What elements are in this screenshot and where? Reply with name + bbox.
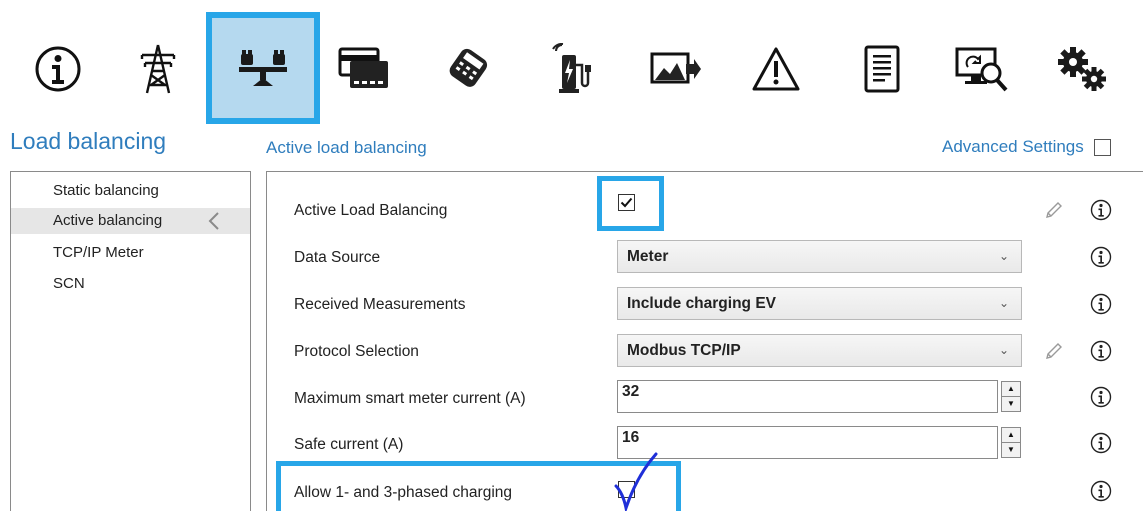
card-reader-icon: [449, 48, 488, 87]
advanced-settings-checkbox[interactable]: [1093, 138, 1111, 156]
info-icon[interactable]: [1090, 199, 1112, 221]
max-meter-current-input[interactable]: 32: [617, 380, 998, 413]
data-source-value: Meter: [627, 248, 669, 265]
info-icon[interactable]: [1090, 293, 1112, 315]
settings-tool-button[interactable]: [1032, 16, 1132, 122]
stepper-down-icon[interactable]: ▼: [1002, 443, 1020, 458]
max-meter-current-label: Maximum smart meter current (A): [294, 390, 526, 407]
sidebar-item-active-balancing[interactable]: Active balancing: [11, 208, 250, 234]
received-measurements-label: Received Measurements: [294, 296, 466, 313]
gears-icon: [1058, 47, 1106, 91]
document-tool-button[interactable]: [832, 16, 932, 122]
info-icon[interactable]: [1090, 432, 1112, 454]
sidebar-item-label: Active balancing: [53, 212, 163, 229]
received-measurements-value: Include charging EV: [627, 295, 776, 312]
image-export-icon: [650, 52, 701, 84]
pencil-icon[interactable]: [1043, 199, 1065, 221]
load-balancing-scale-icon: [239, 50, 287, 86]
grid-tool-button[interactable]: [108, 16, 208, 122]
stepper-up-icon[interactable]: ▲: [1002, 382, 1020, 397]
protocol-selection-value: Modbus TCP/IP: [627, 342, 741, 359]
remote-diagnostics-icon: [955, 47, 1008, 92]
safe-current-input[interactable]: 16: [617, 426, 998, 459]
chevron-left-icon: [208, 212, 219, 230]
sidebar-nav: Static balancing Active balancing TCP/IP…: [10, 171, 251, 511]
sidebar-item-scn[interactable]: SCN: [11, 271, 250, 297]
warning-icon: [752, 47, 800, 91]
power-tower-icon: [140, 44, 176, 94]
payment-cards-icon: [338, 47, 388, 88]
chevron-down-icon: ⌄: [998, 249, 1009, 263]
stepper-down-icon[interactable]: ▼: [1002, 397, 1020, 412]
data-source-label: Data Source: [294, 249, 381, 266]
info-icon[interactable]: [1090, 386, 1112, 408]
active-load-balancing-checkbox[interactable]: [618, 194, 635, 211]
warning-tool-button[interactable]: [726, 16, 826, 122]
sidebar-item-label: TCP/IP Meter: [53, 244, 144, 261]
chevron-down-icon: ⌄: [998, 296, 1009, 310]
card-reader-tool-button[interactable]: [420, 16, 520, 122]
info-tool-button[interactable]: [8, 16, 108, 122]
max-meter-current-stepper[interactable]: ▲ ▼: [1001, 381, 1021, 412]
received-measurements-select[interactable]: Include charging EV ⌄: [617, 287, 1022, 320]
charging-station-tool-button[interactable]: [524, 16, 624, 122]
sidebar-item-label: Static balancing: [53, 182, 159, 199]
info-icon: [35, 46, 81, 92]
active-load-balancing-label: Active Load Balancing: [294, 202, 448, 219]
info-icon[interactable]: [1090, 480, 1112, 502]
safe-current-label: Safe current (A): [294, 436, 404, 453]
payment-tool-button[interactable]: [314, 16, 414, 122]
main-toolbar: [0, 0, 1143, 130]
stepper-up-icon[interactable]: ▲: [1002, 428, 1020, 443]
pencil-icon[interactable]: [1043, 340, 1065, 362]
info-icon[interactable]: [1090, 340, 1112, 362]
protocol-selection-select[interactable]: Modbus TCP/IP ⌄: [617, 334, 1022, 367]
section-title: Load balancing: [10, 128, 167, 154]
advanced-settings-label: Advanced Settings: [942, 137, 1084, 156]
sidebar-item-label: SCN: [53, 275, 85, 292]
allow-phased-charging-label: Allow 1- and 3-phased charging: [294, 484, 512, 501]
chevron-down-icon: ⌄: [998, 343, 1009, 357]
advanced-settings-toggle[interactable]: Advanced Settings: [942, 137, 1111, 157]
handwritten-checkmark-icon: [614, 452, 658, 511]
info-icon[interactable]: [1090, 246, 1112, 268]
load-balancing-tool-button[interactable]: [206, 12, 320, 124]
document-icon: [864, 45, 900, 93]
panel-title: Active load balancing: [266, 138, 427, 157]
image-export-tool-button[interactable]: [626, 16, 726, 122]
data-source-select[interactable]: Meter ⌄: [617, 240, 1022, 273]
sidebar-item-static-balancing[interactable]: Static balancing: [11, 178, 250, 204]
checkmark-icon: [620, 197, 633, 208]
charging-station-icon: [552, 43, 591, 93]
safe-current-stepper[interactable]: ▲ ▼: [1001, 427, 1021, 458]
diagnostics-tool-button[interactable]: [932, 16, 1032, 122]
protocol-selection-label: Protocol Selection: [294, 343, 419, 360]
sidebar-item-tcpip-meter[interactable]: TCP/IP Meter: [11, 240, 250, 266]
